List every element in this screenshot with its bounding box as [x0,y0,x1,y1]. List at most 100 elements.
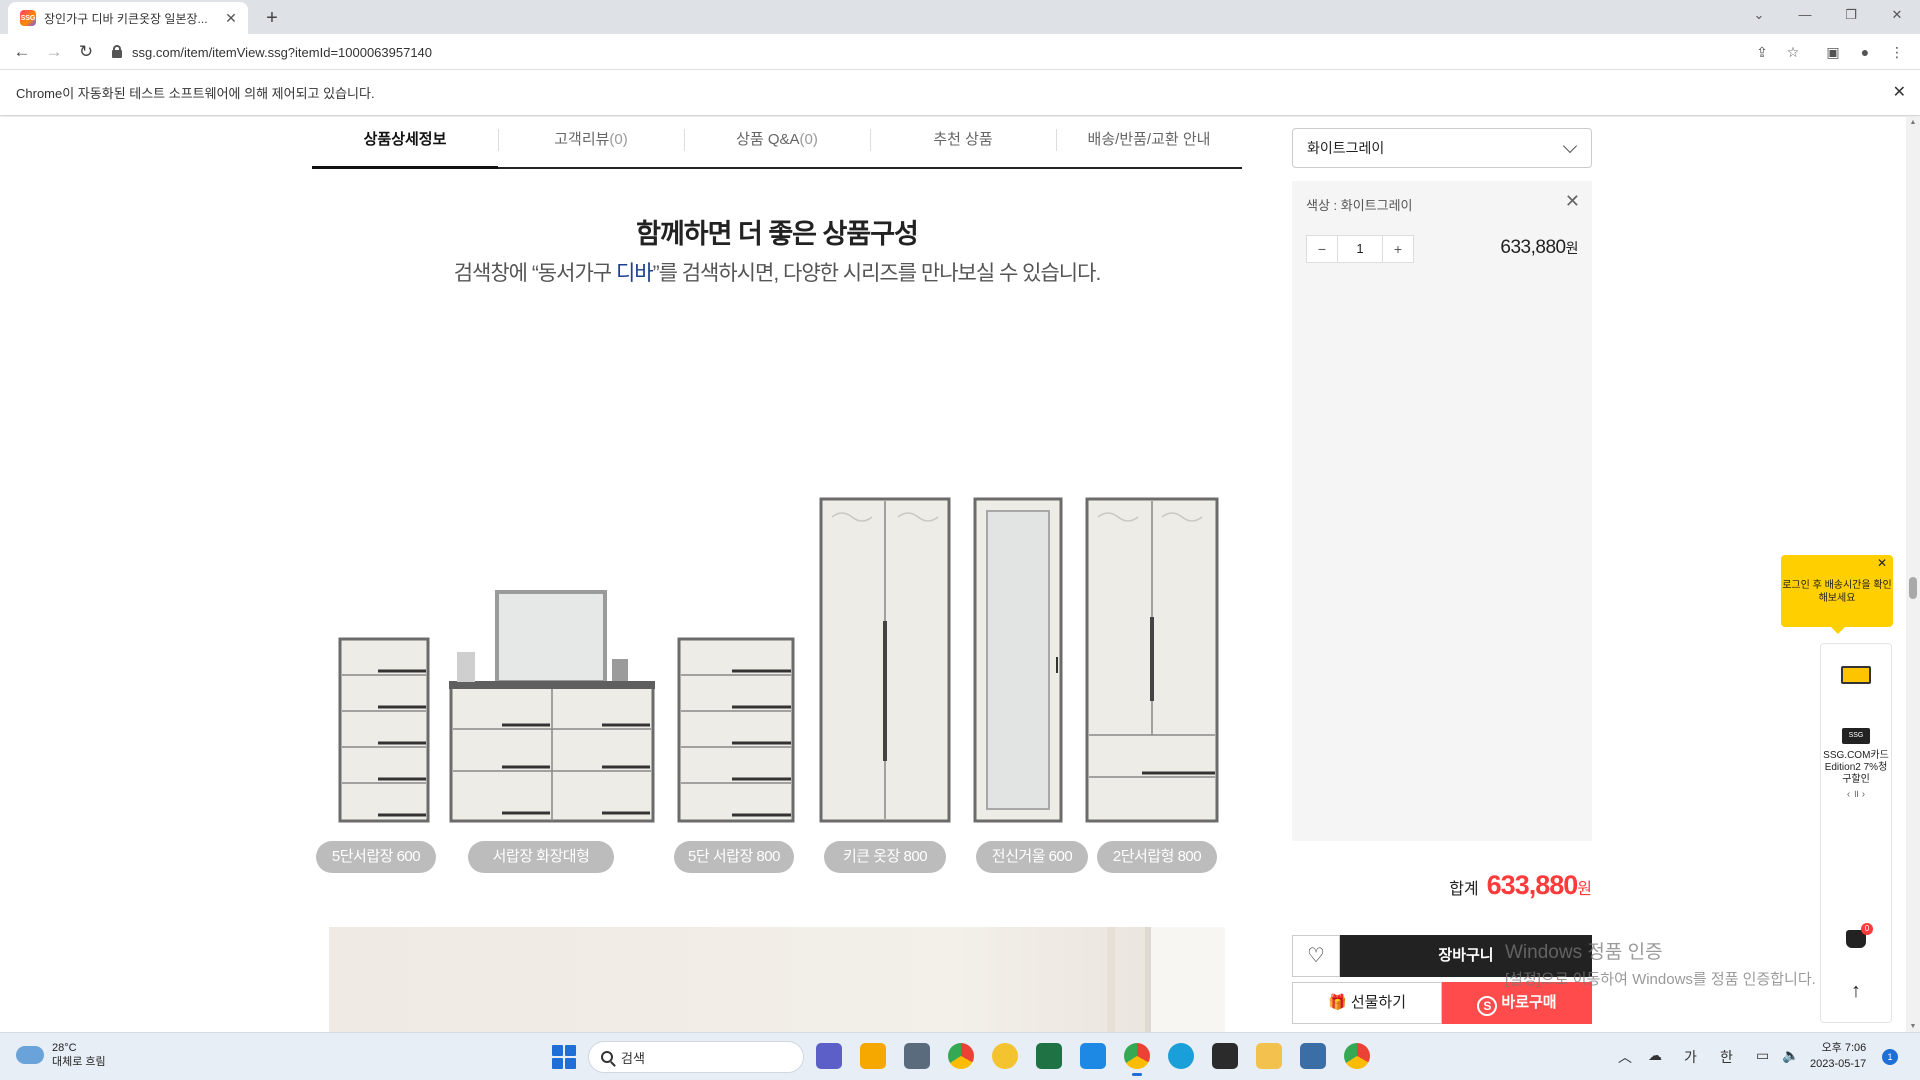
mirror-600-image [973,497,1063,823]
cart-count-badge: 0 [1861,923,1873,935]
tooltip-text: 로그인 후 배송시간을 확인해보세요 [1782,580,1892,604]
weather-desc: 대체로 흐림 [52,1056,106,1068]
chrome-app-icon[interactable] [948,1043,974,1069]
selected-option-panel: 색상 : 화이트그레이 ✕ − 1 + 633,880원 [1292,181,1592,841]
chrome-menu-icon[interactable]: ⋮ [1886,41,1908,63]
ime-hangul-indicator[interactable]: 한 [1720,1047,1733,1067]
tab-customer-reviews[interactable]: 고객리뷰(0) [498,117,684,167]
scrollbar-thumb[interactable] [1909,577,1917,599]
total-currency: 원 [1577,881,1592,898]
weather-cloud-icon [12,1040,44,1064]
tab-shipping-returns[interactable]: 배송/반품/교환 안내 [1056,117,1242,167]
speaker-icon[interactable]: 🔈 [1782,1047,1799,1064]
wishlist-heart-button[interactable]: ♡ [1292,935,1340,977]
browser-tab[interactable]: SSG 장인가구 디바 키큰옷장 일본장... ✕ [8,2,248,34]
start-button[interactable] [552,1045,576,1069]
total-label: 합계 [1449,881,1479,898]
gift-button[interactable]: 🎁 선물하기 [1292,982,1442,1024]
lock-icon[interactable] [112,45,122,58]
order-total: 합계 633,880원 [1292,870,1592,901]
delivery-time-tooltip: ✕ 로그인 후 배송시간을 확인해보세요 [1781,555,1893,634]
profile-avatar-icon[interactable]: ● [1854,41,1876,63]
messenger-app-icon[interactable] [992,1043,1018,1069]
shopping-basket-icon: 0 [1846,923,1873,948]
image-app-icon[interactable] [860,1043,886,1069]
option-price: 633,880원 [1500,237,1578,258]
tooltip-close-icon[interactable]: ✕ [1877,557,1887,570]
weather-temp: 28°C [52,1042,77,1054]
furniture-item-label: 서랍장 화장대형 [468,841,614,873]
tab-product-detail[interactable]: 상품상세정보 [312,117,498,169]
taskbar-search[interactable]: 검색 [588,1041,804,1073]
forward-button[interactable]: → [40,38,68,66]
tab-search-chevron-icon[interactable]: ⌄ [1736,0,1782,30]
system-clock[interactable]: 오후 7:06 2023-05-17 [1810,1040,1866,1072]
sticky-notes-app-icon[interactable] [1212,1043,1238,1069]
address-bar[interactable]: ssg.com/item/itemView.ssg?itemId=1000063… [108,39,1748,65]
tab-recommended[interactable]: 추천 상품 [870,117,1056,167]
scroll-up-arrow-icon[interactable]: ▲ [1906,119,1920,126]
selected-option-label: 색상 : 화이트그레이 [1306,198,1413,213]
notification-badge[interactable]: 1 [1882,1049,1898,1065]
product-detail-tabs: 상품상세정보 고객리뷰(0) 상품 Q&A(0) 추천 상품 배송/반품/교환 … [312,117,1242,169]
page-scrollbar[interactable]: ▲ ▼ [1906,117,1920,1032]
back-button[interactable]: ← [8,38,36,66]
new-tab-button[interactable]: + [258,4,286,32]
scroll-top-button[interactable]: ↑ [1821,980,1891,1003]
promo-title: 함께하면 더 좋은 상품구성 [636,219,919,249]
settings-app-icon[interactable] [904,1043,930,1069]
chevron-down-icon [1562,138,1578,154]
selected-option-value: 화이트그레이 [1307,140,1385,156]
automation-infobar: Chrome이 자동화된 테스트 소프트웨어에 의해 제어되고 있습니다. ✕ [0,70,1920,116]
cart-shortcut-button[interactable]: 0 [1821,923,1891,953]
infobar-close-icon[interactable]: ✕ [1893,82,1906,102]
display-icon[interactable]: ▭ [1756,1047,1769,1064]
scroll-down-arrow-icon[interactable]: ▼ [1906,1023,1920,1030]
minimize-button[interactable]: — [1782,0,1828,30]
side-panel-icon[interactable]: ▣ [1822,41,1844,63]
tab-product-qna[interactable]: 상품 Q&A(0) [684,117,870,167]
address-url[interactable]: ssg.com/item/itemView.ssg?itemId=1000063… [132,45,432,60]
quantity-increase-button[interactable]: + [1383,236,1413,262]
ime-mode-indicator[interactable]: 가 [1684,1047,1697,1067]
file-explorer-app-icon[interactable] [1256,1043,1282,1069]
promo-subtitle: 검색창에 “동서가구 디바”를 검색하시면, 다양한 시리즈를 만나보실 수 있… [453,262,1102,285]
network-cloud-icon[interactable]: ☁ [1648,1047,1662,1064]
remove-option-icon[interactable]: ✕ [1565,191,1580,212]
share-icon[interactable]: ⇪ [1751,41,1773,63]
restore-button[interactable]: ❐ [1828,0,1874,30]
chrome-active-app-icon[interactable] [1124,1043,1150,1076]
truck-icon [1841,666,1871,684]
ssg-favicon-icon: SSG [20,10,36,26]
furniture-item-label: 전신거울 600 [976,841,1088,873]
color-option-select[interactable]: 화이트그레이 [1292,128,1592,168]
quantity-decrease-button[interactable]: − [1307,236,1337,262]
quantity-input[interactable]: 1 [1337,236,1383,262]
bookmark-star-icon[interactable]: ☆ [1782,41,1804,63]
window-close-button[interactable]: ✕ [1874,0,1920,30]
taskbar-search-placeholder: 검색 [621,1050,645,1066]
vscode-app-icon[interactable] [1080,1043,1106,1069]
card-carousel-controls[interactable]: ‹ ॥ › [1821,786,1891,800]
browser-toolbar: ← → ↻ ssg.com/item/itemView.ssg?itemId=1… [0,34,1920,70]
chrome-profile-app-icon[interactable] [1344,1043,1370,1069]
tray-overflow-chevron-icon[interactable]: ︿ [1618,1047,1632,1067]
promo-keyword: 디바 [615,262,654,285]
remote-desktop-app-icon[interactable] [1300,1043,1326,1069]
ssg-card-promo[interactable]: SSG SSG.COM카드 Edition2 7%청구할인 ‹ ॥ › [1821,724,1891,800]
lifestyle-photo [329,927,1225,1032]
delivery-truck-button[interactable] [1821,666,1891,689]
reload-button[interactable]: ↻ [72,38,100,66]
weather-widget[interactable]: 28°C 대체로 흐림 [12,1040,106,1069]
teams-app-icon[interactable] [816,1043,842,1069]
tab-close-icon[interactable]: ✕ [222,10,240,27]
furniture-item-label: 5단서랍장 600 [316,841,436,873]
edge-app-icon[interactable] [1168,1043,1194,1069]
furniture-item-label: 2단서랍형 800 [1097,841,1217,873]
excel-app-icon[interactable] [1036,1043,1062,1069]
windows-taskbar: 28°C 대체로 흐림 검색 ︿ ☁ 가 한 ▭ 🔈 오후 7:06 2023-… [0,1032,1920,1080]
dresser-vanity-image [449,590,655,823]
clock-time: 오후 7:06 [1821,1042,1867,1054]
search-icon [601,1051,613,1063]
chest-600-image [338,637,430,823]
